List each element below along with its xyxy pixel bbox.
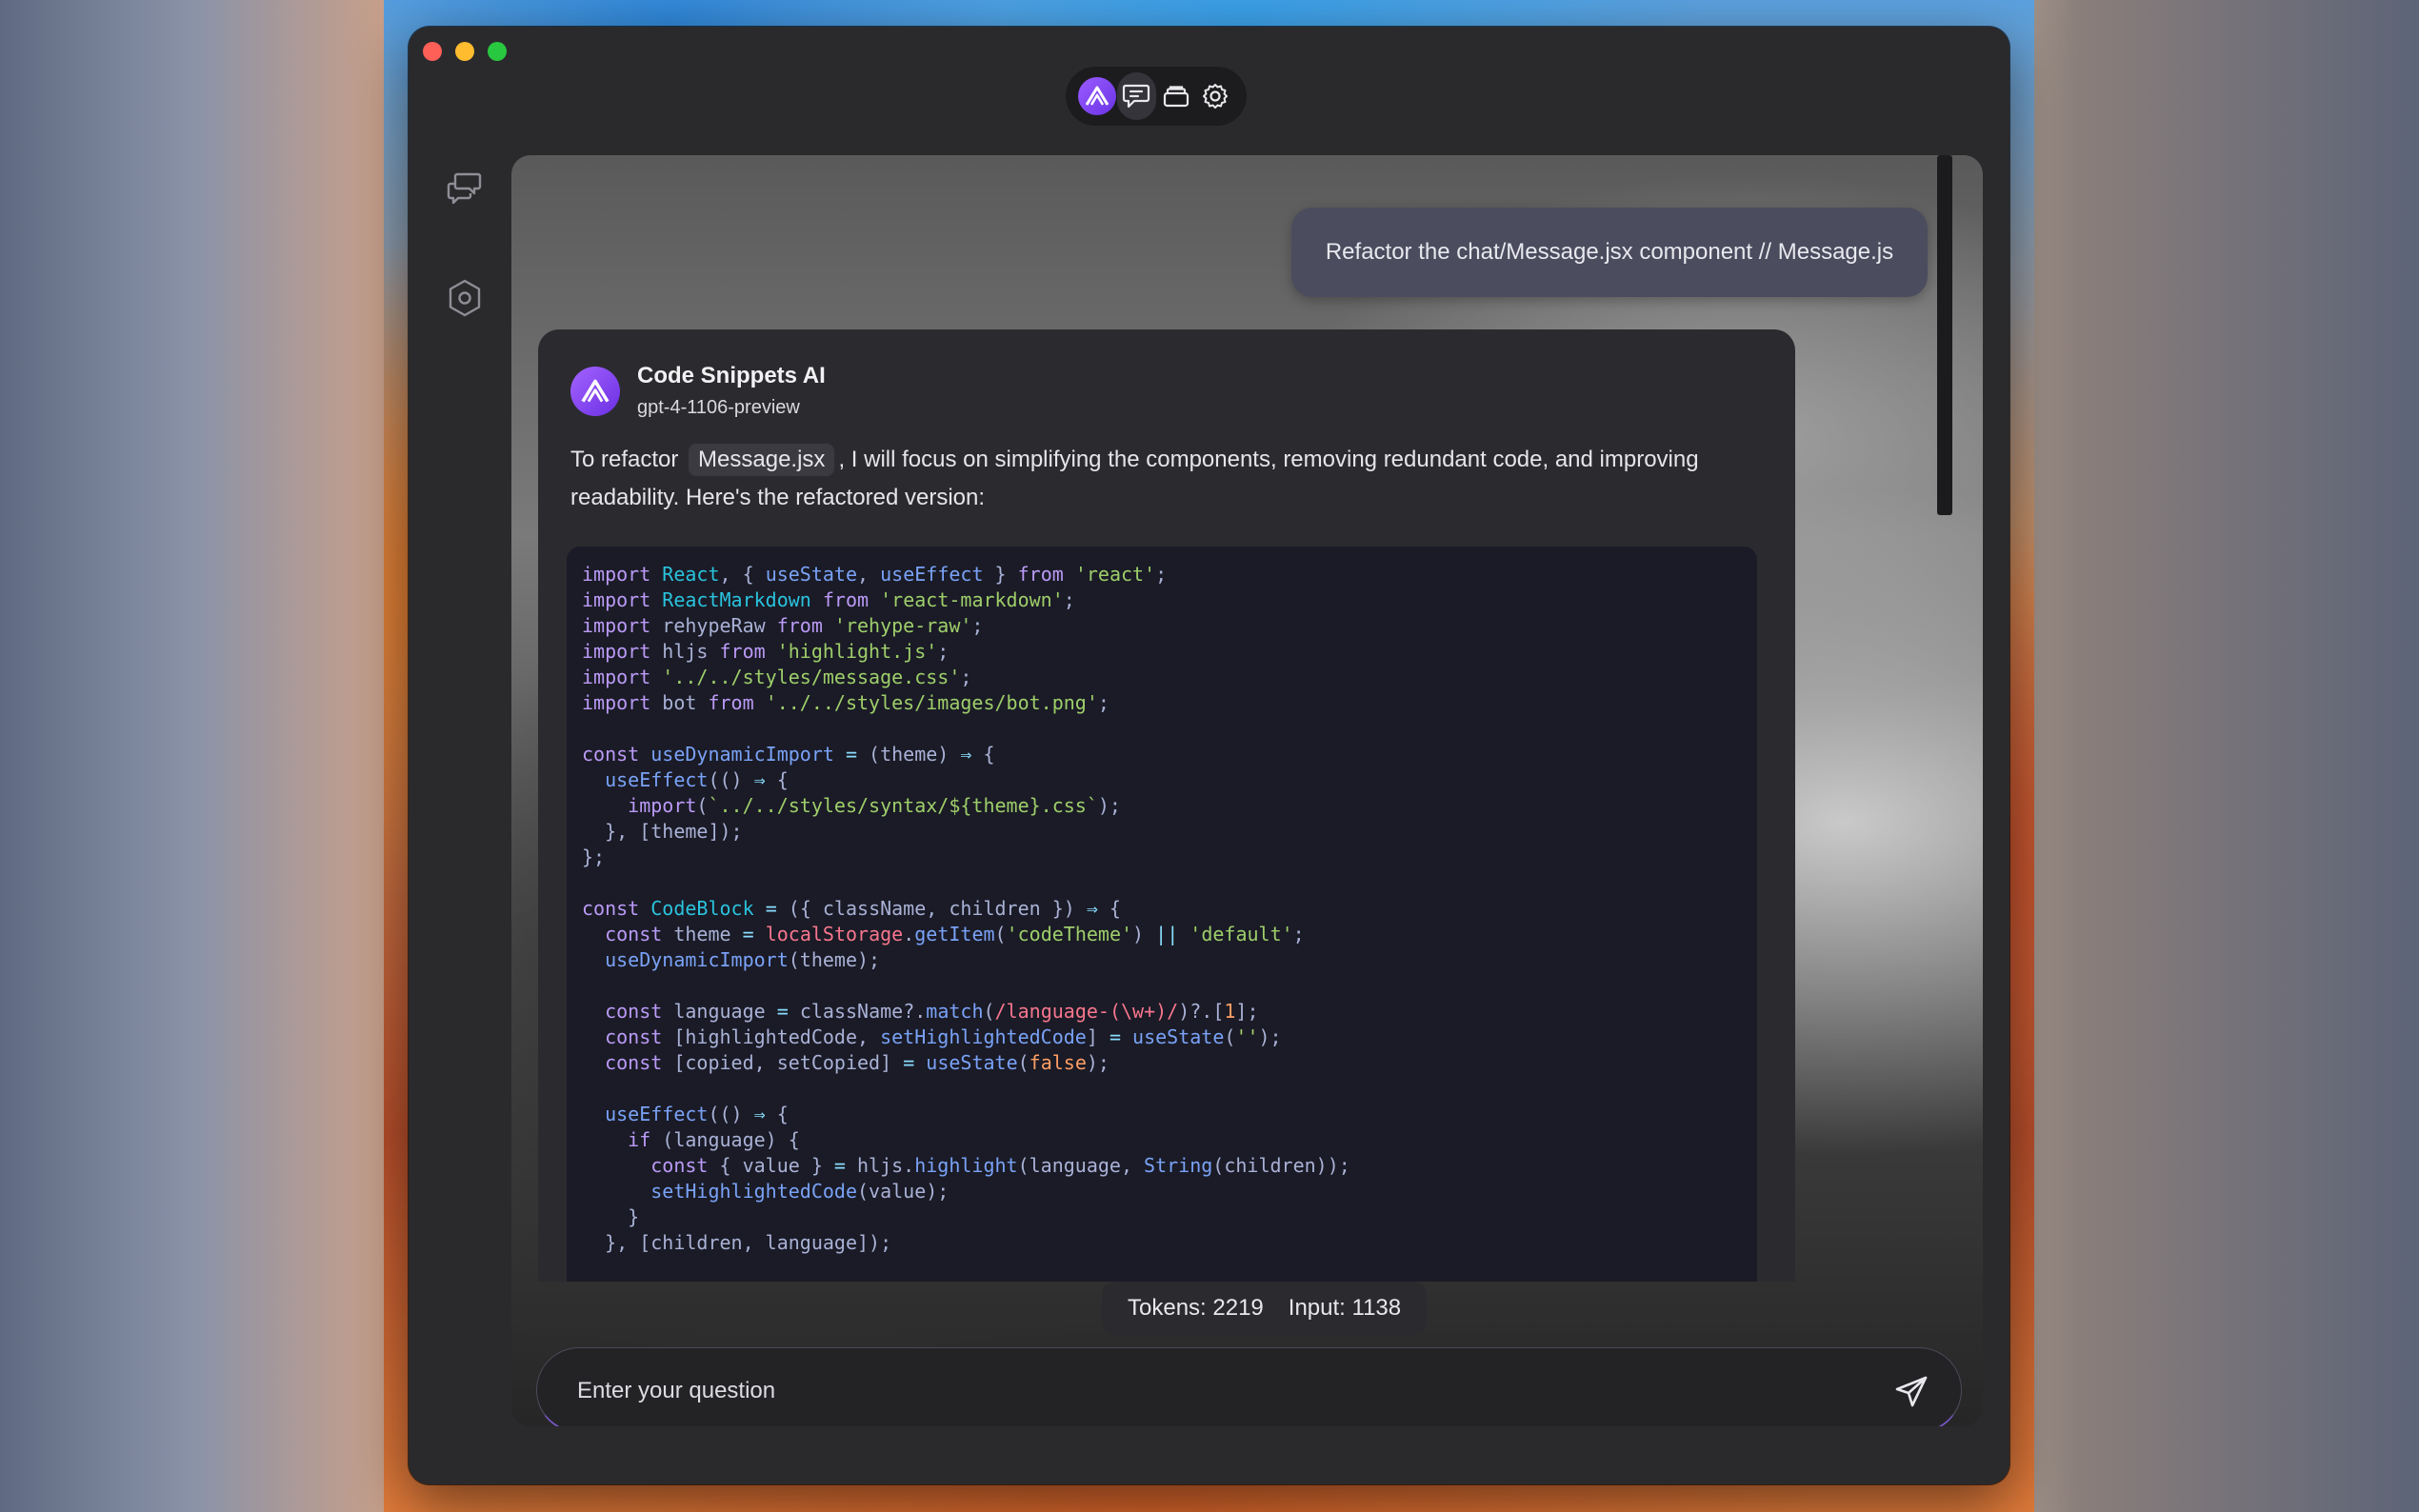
assistant-header: Code Snippets AI gpt-4-1106-preview: [570, 362, 826, 421]
stack-icon: [1163, 86, 1189, 108]
assistant-name: Code Snippets AI: [637, 363, 826, 388]
code-block: import React, { useState, useEffect } fr…: [567, 547, 1757, 1282]
chat-scrollbar[interactable]: [1937, 155, 1952, 515]
nav-settings-button[interactable]: [1196, 72, 1236, 120]
code-line: }, [theme]);: [582, 820, 743, 843]
code-line: import(`../../styles/syntax/${theme}.css…: [628, 794, 1121, 817]
token-count: Tokens: 2219: [1128, 1295, 1264, 1321]
minimize-window-button[interactable]: [455, 42, 474, 61]
app-logo-icon: [1077, 77, 1116, 115]
code-line: import ReactMarkdown from 'react-markdow…: [582, 588, 1075, 611]
top-navigation: [1066, 67, 1247, 126]
assistant-model: gpt-4-1106-preview: [637, 397, 800, 418]
nav-snippets-button[interactable]: [1156, 72, 1196, 120]
code-line: const [highlightedCode, setHighlightedCo…: [605, 1025, 1282, 1048]
user-message-text: Refactor the chat/Message.jsx component …: [1325, 239, 1894, 265]
intro-before: To refactor: [570, 447, 686, 472]
code-line: }: [582, 1205, 640, 1228]
zoom-window-button[interactable]: [488, 42, 507, 61]
code-line: useDynamicImport(theme);: [605, 948, 881, 971]
nav-chat-button[interactable]: [1116, 72, 1156, 120]
close-window-button[interactable]: [423, 42, 442, 61]
gear-icon: [1203, 84, 1229, 109]
app-window: Refactor the chat/Message.jsx component …: [409, 27, 2009, 1484]
code-line: import '../../styles/message.css';: [582, 666, 972, 688]
hexagon-settings-icon: [449, 279, 481, 317]
chat-area: Refactor the chat/Message.jsx component …: [511, 155, 1983, 1426]
composer: [536, 1347, 1962, 1426]
sidebar-settings-button[interactable]: [439, 272, 490, 324]
code-line: import React, { useState, useEffect } fr…: [582, 563, 1168, 586]
code-line: }, [children, language]);: [582, 1231, 892, 1254]
code-line: const CodeBlock = ({ className, children…: [582, 897, 1121, 920]
code-line: const language = className?.match(/langu…: [605, 1000, 1259, 1023]
assistant-avatar: [570, 367, 620, 416]
code-line: useEffect(() ⇒ {: [605, 1103, 789, 1125]
inline-code-filename: Message.jsx: [689, 444, 835, 476]
code-line: const { value } = hljs.highlight(languag…: [650, 1154, 1350, 1177]
question-input[interactable]: [575, 1371, 1855, 1411]
assistant-message: Code Snippets AI gpt-4-1106-preview To r…: [538, 329, 1795, 1282]
chat-threads-icon: [447, 172, 482, 205]
send-icon: [1895, 1376, 1928, 1407]
code-line: if (language) {: [628, 1128, 800, 1151]
code-line: import rehypeRaw from 'rehype-raw';: [582, 614, 984, 637]
code-line: const [copied, setCopied] = useState(fal…: [605, 1051, 1110, 1074]
code-line: useEffect(() ⇒ {: [605, 768, 789, 791]
code-line: import hljs from 'highlight.js';: [582, 640, 950, 663]
token-stats: Tokens: 2219 Input: 1138: [1102, 1282, 1428, 1335]
assistant-intro-text: To refactor Message.jsx, I will focus on…: [570, 441, 1732, 517]
input-count: Input: 1138: [1288, 1295, 1402, 1321]
sidebar-chats-button[interactable]: [439, 163, 490, 214]
code-line: const theme = localStorage.getItem('code…: [605, 923, 1305, 945]
code-line: setHighlightedCode(value);: [650, 1180, 950, 1203]
app-logo-icon: [581, 379, 610, 403]
user-message: Refactor the chat/Message.jsx component …: [1291, 208, 1928, 297]
nav-home-button[interactable]: [1077, 72, 1117, 120]
chat-bubble-icon: [1123, 84, 1150, 109]
code-line: import bot from '../../styles/images/bot…: [582, 691, 1110, 714]
code-line: };: [582, 846, 606, 868]
send-button[interactable]: [1890, 1371, 1932, 1413]
code-line: const useDynamicImport = (theme) ⇒ {: [582, 743, 995, 766]
